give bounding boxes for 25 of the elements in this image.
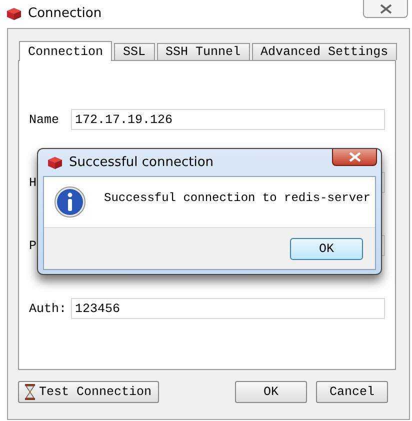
close-icon [348,152,360,162]
field-label: Name [29,112,60,126]
hourglass-icon [25,384,35,400]
cube-icon [47,155,63,170]
info-icon [54,186,86,218]
cancel-button[interactable]: Cancel [316,381,388,403]
dialog-title: Successful connection [69,155,214,170]
close-button[interactable] [332,149,377,166]
tab[interactable]: Advanced Settings [252,43,398,60]
tab[interactable]: Connection [19,41,112,61]
field-label: Auth: [29,302,67,316]
input-field[interactable]: 172.17.19.126 [71,109,385,130]
tab[interactable]: SSH Tunnel [156,43,250,60]
close-button[interactable] [363,0,408,18]
field-label: P [29,238,37,252]
window-title: Connection [28,6,102,20]
cube-icon [6,6,22,20]
dialog-message: Successful connection to redis-server [104,191,370,205]
field-label: H [29,176,37,190]
ok-button[interactable]: OK [290,238,363,260]
close-icon [380,4,392,14]
tab[interactable]: SSL [114,43,155,60]
input-field[interactable]: 123456 [71,298,385,319]
ok-button[interactable]: OK [235,381,307,403]
test-connection-button[interactable]: Test Connection [18,381,159,403]
